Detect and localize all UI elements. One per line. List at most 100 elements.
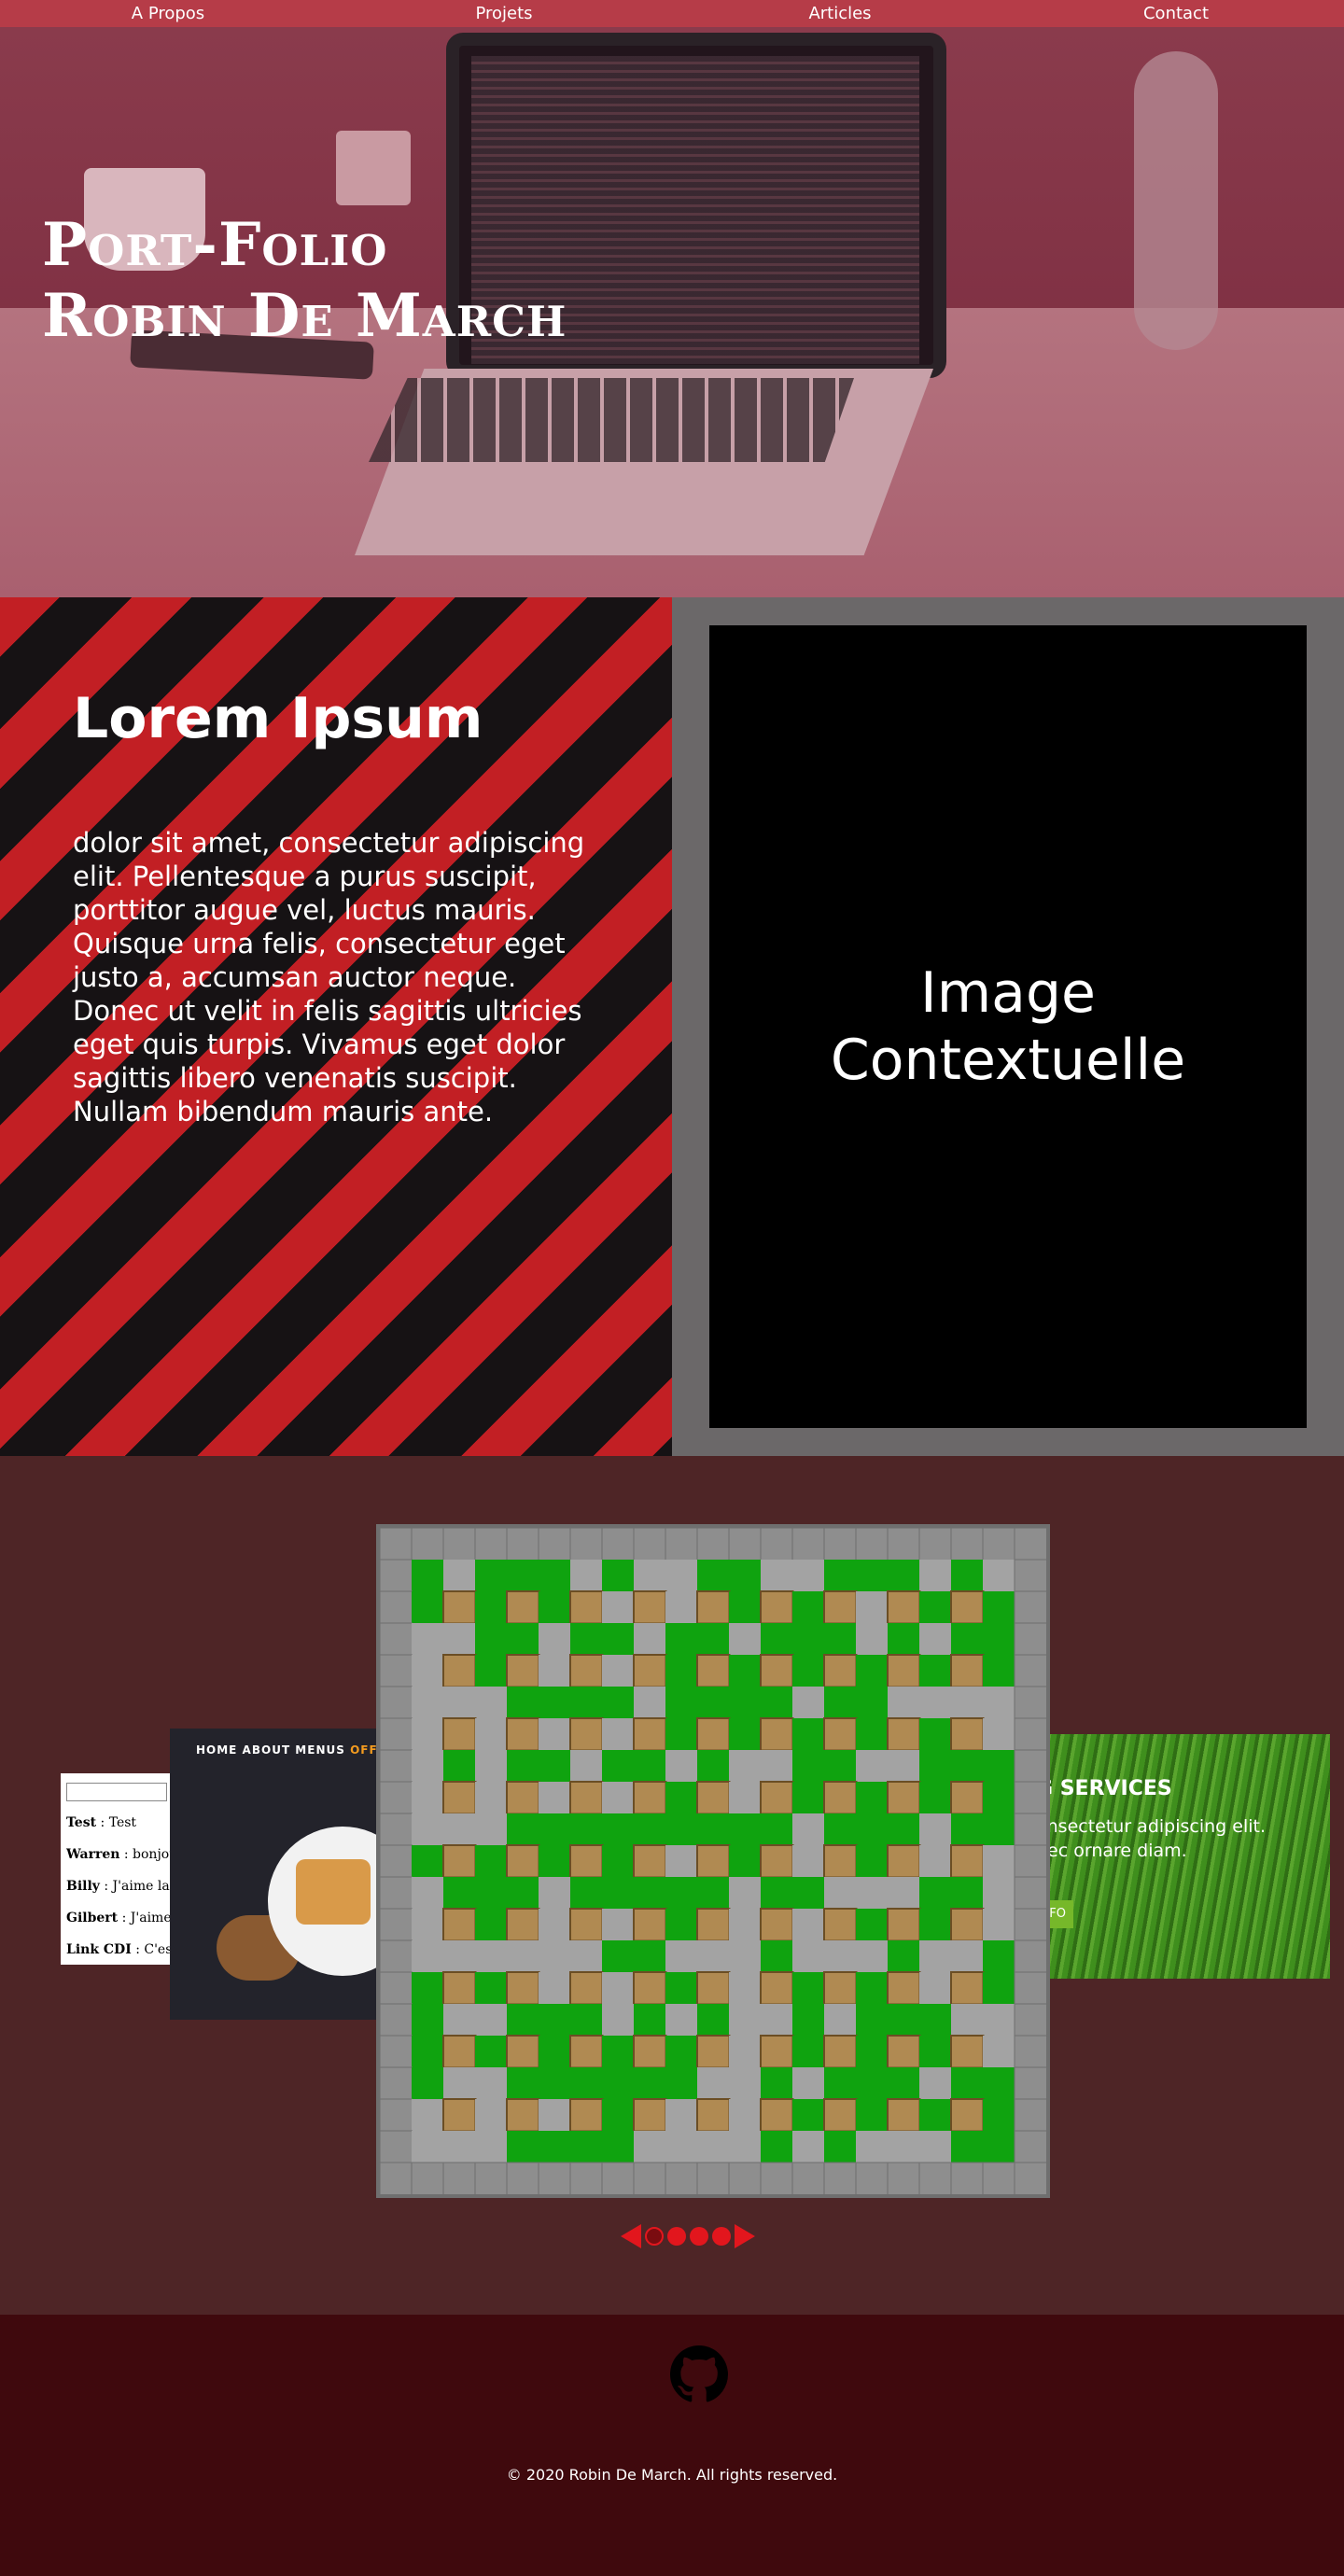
map-tile [539,1782,571,1814]
chat-message: Link CDI : C'est [66,1942,173,1957]
map-tile [919,2131,952,2163]
map-tile [951,2067,984,2100]
map-tile [634,1560,666,1592]
map-tile [856,2004,889,2037]
map-tile [729,1560,762,1592]
map-tile [919,1750,952,1783]
map-tile [634,2004,666,2037]
carousel-slide-services[interactable]: G SERVICES onsectetur adipiscing elit. n… [1025,1734,1330,1979]
map-tile [475,1655,508,1687]
map-tile [792,2067,825,2100]
map-tile [697,1623,730,1656]
map-tile [602,1877,635,1910]
map-tile [823,1590,858,1625]
map-tile [888,2067,920,2100]
carousel-dot-2[interactable] [667,2227,686,2246]
carousel-slide-restaurant[interactable]: HOME ABOUT MENUS OFFERS [170,1729,385,2020]
map-tile [919,1591,952,1624]
map-tile [475,1750,508,1783]
bomberman-map [380,1528,1046,2194]
map-tile [570,2067,603,2100]
github-icon[interactable] [670,2345,728,2403]
map-tile [823,1781,858,1815]
map-tile [443,2004,476,2037]
map-tile [412,1940,444,1973]
chat-message: Warren : bonjour [66,1847,173,1862]
map-tile [1014,1813,1046,1846]
map-tile [665,2162,698,2194]
map-tile [380,1559,413,1592]
map-tile [443,2131,476,2163]
nav-articles[interactable]: Articles [672,0,1008,27]
map-tile [1014,1559,1046,1592]
map-tile [412,1718,444,1751]
map-tile [665,1782,698,1814]
map-tile [1014,1654,1046,1687]
map-tile [824,1623,857,1656]
map-tile [569,1654,604,1688]
nav-projets[interactable]: Projets [336,0,672,27]
map-tile [602,1782,635,1814]
map-tile [539,1940,571,1973]
map-tile [950,1971,985,2006]
carousel-slide-bomberman[interactable] [376,1524,1050,2198]
map-tile [380,2003,413,2037]
map-tile [475,1845,508,1878]
map-tile [442,1654,477,1688]
carousel-dot-3[interactable] [690,2227,708,2246]
carousel-dot-4[interactable] [712,2227,731,2246]
map-tile [539,2099,571,2132]
map-tile [475,1782,508,1814]
triangle-right-icon[interactable] [735,2224,755,2248]
map-tile [919,1940,952,1973]
map-tile [824,1560,857,1592]
nav-contact[interactable]: Contact [1008,0,1344,27]
map-tile [760,1717,794,1752]
map-tile [696,2035,731,2069]
map-tile [888,2131,920,2163]
map-tile [442,1717,477,1752]
map-tile [380,1813,413,1846]
map-tile [760,2162,793,2194]
map-tile [729,2099,762,2132]
carousel-dot-1[interactable] [645,2227,664,2246]
map-tile [507,1813,539,1846]
map-tile [856,1687,889,1719]
map-tile [412,1591,444,1624]
map-tile [412,1972,444,2005]
map-tile [983,1560,1015,1592]
map-tile [824,1877,857,1910]
map-tile [380,1654,413,1687]
map-tile [1014,1876,1046,1910]
map-tile [761,2131,793,2163]
map-tile [507,1940,539,1973]
map-tile [380,2162,413,2194]
map-tile [539,1972,571,2005]
map-tile [950,2098,985,2133]
map-tile [729,2067,762,2100]
map-tile [570,1687,603,1719]
map-tile [1014,1749,1046,1783]
map-tile [443,1623,476,1656]
map-tile [951,1560,984,1592]
map-tile [919,1687,952,1719]
map-tile [760,1654,794,1688]
map-tile [791,1528,825,1561]
map-tile [380,1717,413,1751]
map-tile [823,1908,858,1942]
nav-a-propos[interactable]: A Propos [0,0,336,27]
map-tile [380,1939,413,1973]
carousel-slide-chat[interactable]: Test : Test Warren : bonjour Billy : J'a… [61,1773,173,1965]
map-tile [856,2131,889,2163]
map-tile [887,1781,921,1815]
map-tile [506,1717,540,1752]
map-tile [665,1877,698,1910]
map-tile [950,2035,985,2069]
map-tile [761,1687,793,1719]
map-tile [856,1845,889,1878]
triangle-left-icon[interactable] [621,2224,641,2248]
map-tile [412,1782,444,1814]
map-tile [696,1654,731,1688]
map-tile [506,1590,540,1625]
map-tile [412,2067,444,2100]
